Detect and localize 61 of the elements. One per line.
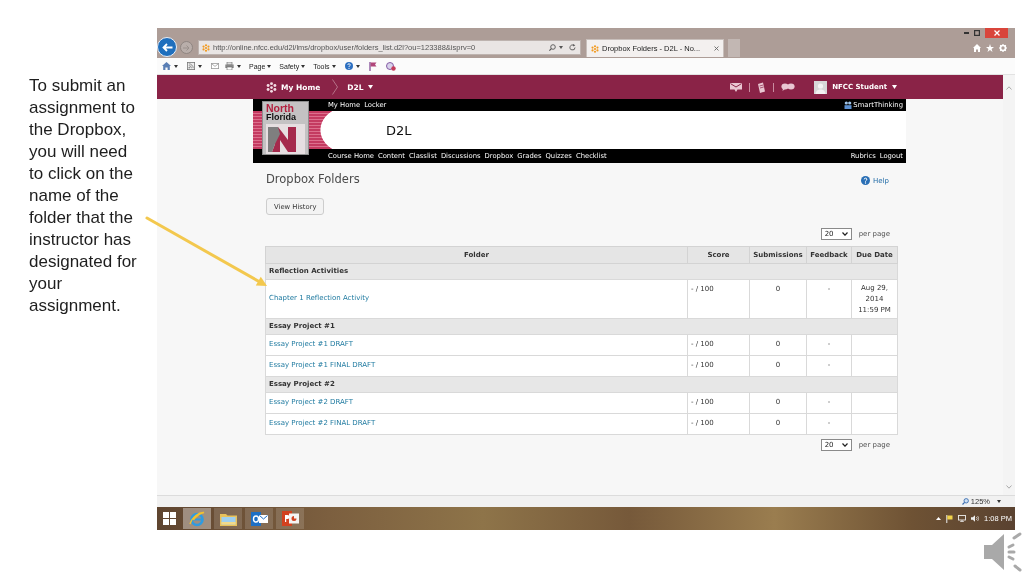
people-icon <box>844 101 853 109</box>
caret-icon <box>367 85 373 89</box>
state-map-drawing <box>266 124 305 154</box>
folder-icon <box>219 511 237 526</box>
taskbar-app-button[interactable] <box>214 508 242 529</box>
mail-icon[interactable] <box>211 63 219 69</box>
flower-icon <box>266 81 277 93</box>
logo-text: Florida <box>266 113 296 122</box>
caret-icon <box>841 232 848 236</box>
slides-tile-icon <box>281 511 299 526</box>
caret-up-icon[interactable] <box>936 517 942 520</box>
home-icon[interactable] <box>162 62 171 70</box>
back-button[interactable] <box>157 37 177 57</box>
course-title: D2L <box>386 122 412 138</box>
instruction-text: To submit an assignment to the Dropbox, you will need to click on the name of the folder that the instructor has designated for your assignment. <box>29 75 138 317</box>
settings-icon[interactable] <box>999 44 1007 52</box>
caret-icon[interactable] <box>174 64 178 68</box>
home-icon[interactable] <box>973 44 981 52</box>
flag-icon[interactable] <box>946 514 954 523</box>
caret-icon <box>559 46 563 49</box>
mail-icon[interactable] <box>730 82 743 92</box>
feed-icon[interactable] <box>187 62 195 70</box>
ring-swoosh-icon <box>189 510 205 527</box>
maximize-icon[interactable] <box>974 30 980 36</box>
help-icon <box>861 176 871 185</box>
caret-icon[interactable] <box>237 64 241 68</box>
notebook-icon[interactable] <box>757 81 767 93</box>
close-window-button[interactable] <box>985 28 1008 38</box>
globe-icon[interactable] <box>385 61 396 71</box>
caret-icon <box>892 85 897 89</box>
taskbar-app-button[interactable] <box>245 508 273 529</box>
refresh-icon <box>569 44 576 51</box>
magnifier-icon <box>961 498 969 505</box>
printer-icon[interactable] <box>225 62 234 70</box>
flag-icon[interactable] <box>368 61 377 71</box>
page-title: Dropbox Folders <box>266 172 360 186</box>
window-panes-icon <box>163 512 176 525</box>
speech-bubbles-icon[interactable] <box>781 83 796 91</box>
caret-icon <box>267 64 272 68</box>
caret-icon <box>301 64 306 68</box>
mail-tile-icon <box>250 511 268 526</box>
close-icon[interactable] <box>714 46 719 51</box>
help-icon[interactable] <box>344 62 353 70</box>
arrow-left-icon <box>161 42 173 52</box>
user-avatar-icon <box>814 80 828 94</box>
close-icon <box>993 30 1000 36</box>
flower-icon <box>591 44 599 53</box>
volume-icon[interactable] <box>971 515 980 522</box>
logo-text: North <box>266 103 294 113</box>
caret-icon <box>997 500 1001 503</box>
caret-icon <box>331 64 336 68</box>
caret-icon[interactable] <box>198 64 202 68</box>
caret-icon[interactable] <box>355 64 360 68</box>
star-icon[interactable] <box>986 44 994 52</box>
arrow-right-icon <box>183 44 190 51</box>
flower-icon <box>202 43 210 52</box>
caret-icon <box>841 443 848 447</box>
search-icon <box>549 44 556 51</box>
taskbar-app-button[interactable] <box>276 508 304 529</box>
chevron-icon <box>332 79 339 95</box>
network-icon[interactable] <box>958 515 967 522</box>
